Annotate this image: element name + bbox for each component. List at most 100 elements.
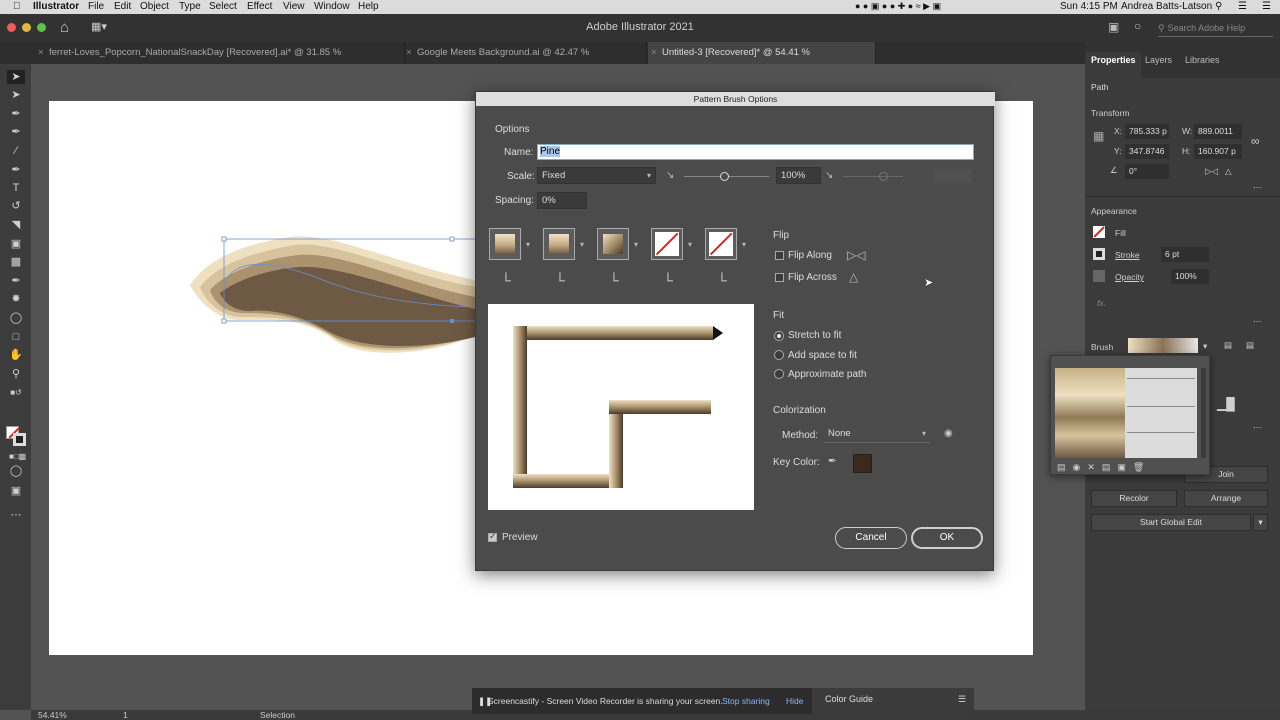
- flip-vertical-icon[interactable]: △: [1225, 166, 1232, 177]
- panel-menu-icon[interactable]: ☰: [958, 694, 966, 705]
- lightbulb-icon[interactable]: ○: [1134, 19, 1141, 33]
- hide-button[interactable]: Hide: [786, 696, 803, 706]
- color-mode-icons[interactable]: ■□▩: [9, 450, 26, 464]
- side-tile-button[interactable]: [489, 228, 521, 260]
- close-tab-icon[interactable]: ×: [38, 42, 44, 64]
- tab-untitled-3[interactable]: ×Untitled-3 [Recovered]* @ 54.41 % (RGB/…: [648, 42, 876, 80]
- stroke-swatch[interactable]: [13, 433, 26, 446]
- screen-mode-icon[interactable]: ▣: [9, 484, 23, 498]
- colorization-method-select[interactable]: None ▾: [824, 426, 930, 443]
- add-space-to-fit-radio[interactable]: [774, 350, 784, 360]
- scale-method-select[interactable]: Fixed ▾: [537, 167, 656, 184]
- menu-view[interactable]: View: [283, 1, 305, 12]
- stop-sharing-button[interactable]: Stop sharing: [722, 696, 770, 706]
- popover-scrollbar[interactable]: [1201, 368, 1206, 458]
- symbol-sprayer-tool-icon[interactable]: ✸: [9, 292, 23, 306]
- apple-icon[interactable]: : [13, 1, 21, 12]
- global-edit-options-icon[interactable]: ▾: [1253, 514, 1268, 531]
- tab-ferret-document[interactable]: × ferret-Loves_Popcorn_NationalSnackDay […: [35, 42, 405, 80]
- brush-swatches[interactable]: [1055, 368, 1125, 458]
- arrange-documents-icon[interactable]: ▣: [1108, 20, 1119, 34]
- draw-mode-icon[interactable]: ◯: [9, 464, 23, 478]
- stroke-swatch[interactable]: [1093, 248, 1105, 260]
- hand-tool-icon[interactable]: ✋: [9, 348, 23, 362]
- scale-slider-thumb[interactable]: [720, 172, 729, 181]
- brush-library-icon[interactable]: ▤: [1224, 340, 1232, 351]
- recolor-button[interactable]: Recolor: [1091, 490, 1177, 507]
- end-tile-button[interactable]: [705, 228, 737, 260]
- chevron-down-icon[interactable]: ▾: [1203, 341, 1207, 352]
- cancel-button[interactable]: Cancel: [835, 527, 907, 549]
- more-tools-icon[interactable]: ⋯: [9, 508, 23, 522]
- default-colors-icon[interactable]: ■↺: [9, 386, 23, 400]
- w-input[interactable]: 889.0011: [1194, 124, 1242, 139]
- inner-corner-tile-button[interactable]: [597, 228, 629, 260]
- menu-select[interactable]: Select: [209, 1, 237, 12]
- tab-libraries[interactable]: Libraries: [1185, 55, 1220, 65]
- shape-builder-tool-icon[interactable]: ◯: [9, 311, 23, 325]
- direct-selection-tool-icon[interactable]: ➤: [9, 88, 23, 102]
- menu-object[interactable]: Object: [140, 1, 169, 12]
- close-tab-icon[interactable]: ×: [651, 42, 657, 64]
- flip-across-checkbox[interactable]: [775, 273, 784, 282]
- menu-window[interactable]: Window: [314, 1, 350, 12]
- pen-tool-icon[interactable]: ✒: [9, 107, 23, 121]
- rotate-tool-icon[interactable]: ↺: [9, 199, 23, 213]
- scale-percent-input[interactable]: 100%: [776, 167, 821, 184]
- reference-point-icon[interactable]: ▦: [1093, 129, 1104, 143]
- x-input[interactable]: 785.333 p: [1125, 124, 1169, 139]
- brush-name-input[interactable]: Pine: [537, 144, 974, 160]
- key-color-swatch[interactable]: [853, 454, 872, 473]
- brush-preview-dropdown[interactable]: [1128, 338, 1198, 353]
- color-guide-tab[interactable]: Color Guide: [825, 694, 873, 704]
- fx-icon[interactable]: fx.: [1097, 298, 1106, 308]
- spacing-input[interactable]: 0%: [537, 192, 587, 209]
- eraser-tool-icon[interactable]: ◥: [9, 218, 23, 232]
- menu-type[interactable]: Type: [179, 1, 201, 12]
- angle-input[interactable]: 0°: [1125, 164, 1169, 179]
- align-bottom-icon[interactable]: ▁█: [1217, 397, 1235, 411]
- constrain-proportions-icon[interactable]: ∞: [1251, 134, 1260, 148]
- chevron-down-icon[interactable]: ▾: [688, 240, 692, 249]
- arrange-button[interactable]: Arrange: [1184, 490, 1268, 507]
- flip-horizontal-icon[interactable]: ▷◁: [1205, 166, 1218, 177]
- scale-tool-icon[interactable]: ▣: [9, 237, 23, 251]
- brush-list[interactable]: [1055, 368, 1197, 458]
- search-icon[interactable]: ⚲: [1215, 1, 1222, 12]
- artboard-number[interactable]: 1: [123, 710, 128, 720]
- eyedropper-tool-icon[interactable]: ✒: [9, 274, 23, 288]
- brush-popover-footer-icons[interactable]: ▤◉✕▤▣🗑: [1057, 462, 1151, 473]
- start-tile-button[interactable]: [651, 228, 683, 260]
- chevron-down-icon[interactable]: ▾: [742, 240, 746, 249]
- y-input[interactable]: 347.8746: [1125, 144, 1169, 159]
- help-search-input[interactable]: ⚲ Search Adobe Help: [1158, 20, 1273, 37]
- outer-corner-tile-button[interactable]: [543, 228, 575, 260]
- eyedropper-icon[interactable]: ✒: [828, 456, 836, 467]
- close-tab-icon[interactable]: ×: [406, 42, 412, 64]
- opacity-label[interactable]: Opacity: [1115, 272, 1144, 282]
- gradient-tool-icon[interactable]: ▩: [9, 255, 23, 269]
- chevron-down-icon[interactable]: ▾: [634, 240, 638, 249]
- more-appearance-options-icon[interactable]: ⋯: [1253, 316, 1262, 327]
- flip-along-checkbox[interactable]: [775, 251, 784, 260]
- zoom-tool-icon[interactable]: ⚲: [9, 367, 23, 381]
- tab-properties[interactable]: Properties: [1091, 55, 1136, 65]
- colorization-tips-icon[interactable]: ◉: [944, 428, 953, 439]
- menu-effect[interactable]: Effect: [247, 1, 272, 12]
- ok-button[interactable]: OK: [911, 527, 983, 549]
- more-align-options-icon[interactable]: ⋯: [1253, 422, 1262, 433]
- tab-google-meets-document[interactable]: ×Google Meets Background.ai @ 42.47 % (R…: [403, 42, 647, 80]
- chevron-down-icon[interactable]: ▾: [526, 240, 530, 249]
- fill-swatch[interactable]: [1093, 226, 1105, 238]
- line-segment-tool-icon[interactable]: ∕: [9, 144, 23, 158]
- approximate-path-radio[interactable]: [774, 369, 784, 379]
- stroke-weight-input[interactable]: 6 pt: [1161, 247, 1209, 262]
- chevron-down-icon[interactable]: ▾: [580, 240, 584, 249]
- menu-file[interactable]: File: [88, 1, 104, 12]
- stretch-to-fit-radio[interactable]: [774, 331, 784, 341]
- menu-extras-icon[interactable]: ☰: [1238, 1, 1247, 12]
- opacity-input[interactable]: 100%: [1171, 269, 1209, 284]
- h-input[interactable]: 160.907 p: [1194, 144, 1242, 159]
- type-tool-icon[interactable]: T: [9, 181, 23, 195]
- selection-tool-icon[interactable]: ➤: [7, 70, 25, 84]
